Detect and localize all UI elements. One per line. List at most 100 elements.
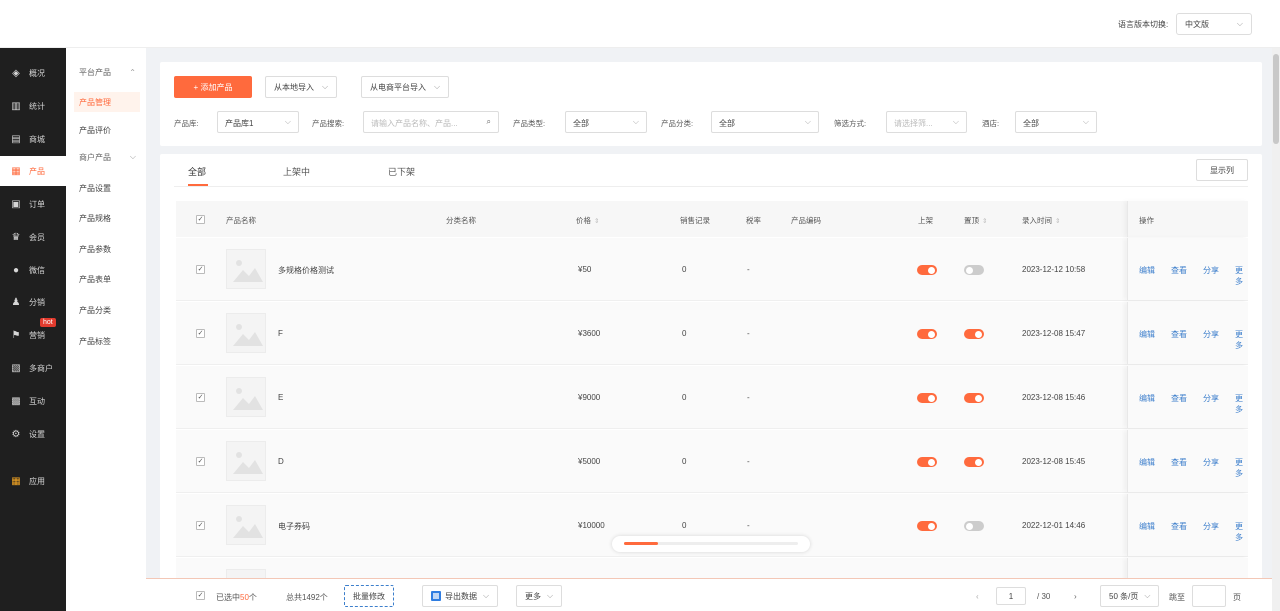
scroll-thumb[interactable] (624, 542, 658, 545)
sidebar-item-members[interactable]: ♛ 会员 (0, 222, 66, 252)
subnav-item-product-management[interactable]: 产品管理 (74, 92, 140, 112)
share-link[interactable]: 分享 (1203, 265, 1219, 276)
sidebar-item-products[interactable]: ▦ 产品 (0, 156, 66, 186)
listed-toggle[interactable] (917, 457, 937, 467)
product-tax: - (747, 393, 750, 402)
pinned-toggle[interactable] (964, 457, 984, 467)
search-input[interactable]: 请输入产品名称、产品... ⌕ (363, 111, 499, 133)
edit-link[interactable]: 编辑 (1139, 457, 1155, 468)
sort-icon[interactable]: ⇕ (982, 218, 987, 225)
row-checkbox[interactable]: ✓ (196, 265, 205, 274)
tab-unlisted[interactable]: 已下架 (388, 165, 415, 178)
share-link[interactable]: 分享 (1203, 457, 1219, 468)
sidebar-item-merchants[interactable]: ▧ 多商户 (0, 353, 66, 383)
row-checkbox[interactable]: ✓ (196, 393, 205, 402)
subnav-item-product-forms[interactable]: 产品表单 (74, 269, 140, 289)
subnav-item-product-params[interactable]: 产品参数 (74, 239, 140, 259)
horizontal-scrollbar[interactable] (612, 536, 810, 552)
header-pinned[interactable]: 置顶 ⇕ (964, 215, 987, 226)
pinned-toggle[interactable] (964, 393, 984, 403)
product-name[interactable]: 电子券码 (278, 521, 310, 532)
header-price[interactable]: 价格 ⇕ (576, 215, 599, 226)
row-checkbox[interactable]: ✓ (196, 457, 205, 466)
edit-link[interactable]: 编辑 (1139, 521, 1155, 532)
more-link[interactable]: 更多 (1235, 457, 1248, 479)
subnav-item-product-settings[interactable]: 产品设置 (74, 178, 140, 198)
subnav-item-product-specs[interactable]: 产品规格 (74, 208, 140, 228)
view-link[interactable]: 查看 (1171, 393, 1187, 404)
row-checkbox[interactable]: ✓ (196, 329, 205, 338)
sidebar-item-store[interactable]: ▤ 商城 (0, 124, 66, 154)
search-icon[interactable]: ⌕ (487, 117, 491, 127)
view-link[interactable]: 查看 (1171, 265, 1187, 276)
product-name[interactable]: 多规格价格测试 (278, 265, 334, 276)
sidebar-item-stats[interactable]: ▥ 统计 (0, 91, 66, 121)
view-link[interactable]: 查看 (1171, 521, 1187, 532)
more-link[interactable]: 更多 (1235, 265, 1248, 287)
library-select[interactable]: 产品库1 ⌵ (217, 111, 299, 133)
row-checkbox[interactable]: ✓ (196, 521, 205, 530)
batch-edit-button[interactable]: 批量修改 (344, 585, 394, 607)
pinned-toggle[interactable] (964, 265, 984, 275)
sidebar-item-interaction[interactable]: ▩ 互动 (0, 386, 66, 416)
sidebar-item-marketing[interactable]: ⚑ 营销 (0, 320, 66, 350)
page-scrollbar[interactable] (1272, 48, 1280, 611)
add-product-button[interactable]: + 添加产品 (174, 76, 252, 98)
sort-icon[interactable]: ⇕ (594, 218, 599, 225)
sidebar-item-overview[interactable]: ◈ 概况 (0, 58, 66, 88)
type-select[interactable]: 全部 ⌵ (565, 111, 647, 133)
more-link[interactable]: 更多 (1235, 329, 1248, 351)
chevron-down-icon: ⌵ (1144, 591, 1151, 600)
listed-toggle[interactable] (917, 265, 937, 275)
sort-icon[interactable]: ⇕ (1055, 218, 1060, 225)
page-number-input[interactable]: 1 (996, 587, 1026, 605)
pinned-toggle[interactable] (964, 329, 984, 339)
subnav-item-product-categories[interactable]: 产品分类 (74, 300, 140, 320)
tab-all[interactable]: 全部 (188, 165, 206, 178)
view-link[interactable]: 查看 (1171, 457, 1187, 468)
bulk-select-checkbox[interactable]: ✓ (196, 591, 205, 600)
pinned-toggle[interactable] (964, 521, 984, 531)
more-link[interactable]: 更多 (1235, 521, 1248, 543)
share-link[interactable]: 分享 (1203, 329, 1219, 340)
subnav-group-merchant[interactable]: 商户产品 ⌵ (74, 147, 140, 167)
edit-link[interactable]: 编辑 (1139, 329, 1155, 340)
import-platform-button[interactable]: 从电商平台导入 ⌵ (361, 76, 450, 98)
subnav-item-product-tags[interactable]: 产品标签 (74, 331, 140, 351)
subnav-group-platform[interactable]: 平台产品 ⌃ (74, 62, 140, 82)
edit-link[interactable]: 编辑 (1139, 265, 1155, 276)
listed-toggle[interactable] (917, 329, 937, 339)
listed-toggle[interactable] (917, 521, 937, 531)
share-link[interactable]: 分享 (1203, 393, 1219, 404)
display-columns-button[interactable]: 显示列 (1196, 159, 1248, 181)
view-link[interactable]: 查看 (1171, 329, 1187, 340)
more-link[interactable]: 更多 (1235, 393, 1248, 415)
select-all-checkbox[interactable]: ✓ (196, 215, 205, 224)
share-link[interactable]: 分享 (1203, 521, 1219, 532)
export-button[interactable]: 导出数据 ⌵ (422, 585, 499, 607)
next-page-icon[interactable]: › (1074, 592, 1077, 601)
prev-page-icon[interactable]: ‹ (976, 592, 979, 601)
category-select[interactable]: 全部 ⌵ (711, 111, 819, 133)
store-select[interactable]: 全部 ⌵ (1015, 111, 1097, 133)
sidebar-item-settings[interactable]: ⚙ 设置 (0, 419, 66, 449)
sidebar-item-orders[interactable]: ▣ 订单 (0, 189, 66, 219)
product-name[interactable]: E (278, 393, 283, 402)
product-name[interactable]: D (278, 457, 284, 466)
sidebar-item-wechat[interactable]: ● 微信 (0, 255, 66, 285)
tab-listed[interactable]: 上架中 (283, 165, 310, 178)
scroll-thumb[interactable] (1273, 54, 1279, 144)
filter-method-select[interactable]: 请选择筛... ⌵ (886, 111, 967, 133)
listed-toggle[interactable] (917, 393, 937, 403)
header-created[interactable]: 录入时间 ⇕ (1022, 215, 1060, 226)
subnav-item-product-reviews[interactable]: 产品评价 (74, 120, 140, 140)
edit-link[interactable]: 编辑 (1139, 393, 1155, 404)
more-actions-button[interactable]: 更多 ⌵ (516, 585, 563, 607)
jump-page-input[interactable] (1192, 585, 1226, 607)
sidebar-item-apps[interactable]: ▦ 应用 (0, 466, 66, 496)
import-local-button[interactable]: 从本地导入 ⌵ (265, 76, 338, 98)
page-size-select[interactable]: 50 条/页 ⌵ (1100, 585, 1160, 607)
product-name[interactable]: F (278, 329, 283, 338)
sidebar-item-distribution[interactable]: ♟ 分销 (0, 287, 66, 317)
language-select[interactable]: 中文版 ⌵ (1176, 13, 1252, 35)
